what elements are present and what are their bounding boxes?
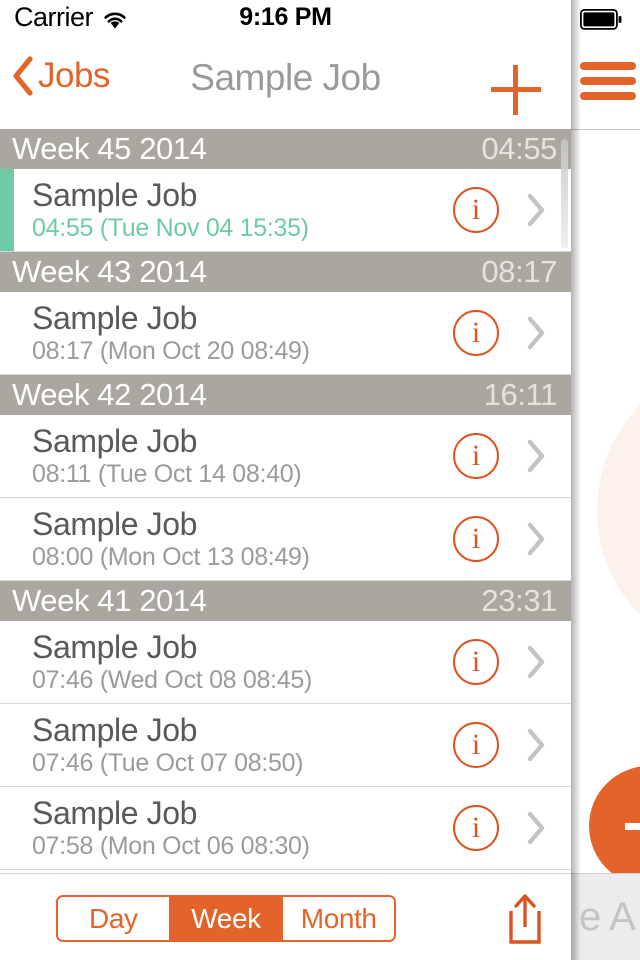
chevron-right-icon	[527, 522, 545, 556]
info-circle-icon[interactable]: i	[453, 187, 499, 233]
info-circle-icon[interactable]: i	[453, 310, 499, 356]
section-header: Week 41 2014 23:31	[0, 581, 571, 621]
time-entry-title: Sample Job	[32, 628, 197, 665]
section-title: Week 41 2014	[12, 583, 207, 618]
time-entry-row[interactable]: Sample Job 07:46 (Wed Oct 08 08:45) i	[0, 621, 571, 704]
segment-month[interactable]: Month	[283, 897, 394, 940]
floating-add-button[interactable]	[589, 766, 640, 886]
hamburger-bar	[580, 77, 636, 85]
app-screen: e A Carrier 9:16 PM Jobs Sample Job Week…	[0, 0, 640, 960]
section-header: Week 42 2014 16:11	[0, 375, 571, 415]
section-total: 04:55	[481, 131, 557, 166]
time-entry-text: Sample Job 07:58 (Mon Oct 06 08:30)	[32, 794, 453, 861]
background-panel-divider	[571, 129, 640, 130]
info-circle-icon[interactable]: i	[453, 805, 499, 851]
time-entry-text: Sample Job 07:46 (Wed Oct 08 08:45)	[32, 628, 453, 695]
decorative-circle	[597, 360, 640, 660]
info-circle-icon[interactable]: i	[453, 639, 499, 685]
segment-day[interactable]: Day	[58, 897, 171, 940]
time-entry-subtitle: 08:17 (Mon Oct 20 08:49)	[32, 337, 310, 366]
time-entry-list[interactable]: Week 45 2014 04:55 Sample Job 04:55 (Tue No…	[0, 129, 571, 873]
time-entry-row[interactable]: Sample Job 08:11 (Tue Oct 14 08:40) i	[0, 415, 571, 498]
active-accent-bar	[0, 415, 14, 497]
chevron-right-icon	[527, 811, 545, 845]
background-panel-footer: e A	[571, 873, 640, 960]
section-title: Week 42 2014	[12, 377, 207, 412]
time-entry-title: Sample Job	[32, 176, 197, 213]
time-entry-subtitle: 08:11 (Tue Oct 14 08:40)	[32, 460, 302, 489]
hamburger-bar	[580, 62, 636, 70]
info-circle-icon[interactable]: i	[453, 722, 499, 768]
time-entry-row[interactable]: Sample Job 07:46 (Tue Oct 07 08:50) i	[0, 704, 571, 787]
section-total: 16:11	[483, 377, 558, 412]
hamburger-menu-icon[interactable]	[580, 62, 636, 102]
time-entry-subtitle: 07:58 (Mon Oct 06 08:30)	[32, 832, 310, 861]
background-panel-footer-label: e A	[579, 895, 636, 939]
time-entry-row[interactable]: Sample Job 07:58 (Mon Oct 06 08:30) i	[0, 787, 571, 870]
navigation-bar: Jobs Sample Job	[0, 40, 571, 129]
chevron-right-icon	[527, 193, 545, 227]
chevron-right-icon	[527, 728, 545, 762]
time-entry-text: Sample Job 07:46 (Tue Oct 07 08:50)	[32, 711, 453, 778]
time-entry-text: Sample Job 08:17 (Mon Oct 20 08:49)	[32, 299, 453, 366]
time-entry-title: Sample Job	[32, 422, 197, 459]
hamburger-bar	[580, 92, 636, 100]
time-entry-subtitle: 07:46 (Wed Oct 08 08:45)	[32, 666, 313, 695]
active-accent-bar	[0, 621, 14, 703]
chevron-right-icon	[527, 316, 545, 350]
info-circle-icon[interactable]: i	[453, 433, 499, 479]
background-panel-status-bar	[571, 0, 640, 40]
time-entry-text: Sample Job 04:55 (Tue Nov 04 15:35)	[32, 176, 453, 243]
section-title: Week 43 2014	[12, 254, 207, 289]
time-entry-subtitle: 04:55 (Tue Nov 04 15:35)	[32, 214, 309, 243]
section-total: 08:17	[481, 254, 557, 289]
time-entry-title: Sample Job	[32, 711, 197, 748]
time-entry-subtitle: 07:46 (Tue Oct 07 08:50)	[32, 749, 304, 778]
time-entry-title: Sample Job	[32, 505, 197, 542]
plus-icon[interactable]	[491, 65, 541, 115]
active-accent-bar	[0, 787, 14, 869]
active-accent-bar	[0, 169, 14, 251]
background-panel: e A	[571, 0, 640, 960]
status-bar: Carrier 9:16 PM	[0, 0, 571, 40]
share-upload-icon	[509, 894, 541, 944]
page-title: Sample Job	[190, 57, 381, 98]
time-entry-row[interactable]: Sample Job 04:55 (Tue Nov 04 15:35) i	[0, 169, 571, 252]
time-entry-row[interactable]: Sample Job 08:00 (Mon Oct 13 08:49) i	[0, 498, 571, 581]
clock-label: 9:16 PM	[239, 3, 332, 31]
active-accent-bar	[0, 292, 14, 374]
active-accent-bar	[0, 704, 14, 786]
time-entry-subtitle: 08:00 (Mon Oct 13 08:49)	[32, 543, 310, 572]
time-entry-list-body: Week 45 2014 04:55 Sample Job 04:55 (Tue No…	[0, 129, 571, 870]
section-header: Week 43 2014 08:17	[0, 252, 571, 292]
period-segmented-control[interactable]: Day Week Month	[56, 895, 396, 942]
info-circle-icon[interactable]: i	[453, 516, 499, 562]
time-entry-text: Sample Job 08:11 (Tue Oct 14 08:40)	[32, 422, 453, 489]
chevron-right-icon	[527, 439, 545, 473]
battery-full-icon	[580, 9, 622, 30]
time-entry-row[interactable]: Sample Job 08:17 (Mon Oct 20 08:49) i	[0, 292, 571, 375]
segment-week[interactable]: Week	[170, 897, 284, 940]
share-button[interactable]	[500, 893, 550, 945]
time-entry-title: Sample Job	[32, 299, 197, 336]
time-entry-text: Sample Job 08:00 (Mon Oct 13 08:49)	[32, 505, 453, 572]
main-panel: Carrier 9:16 PM Jobs Sample Job Week 45 …	[0, 0, 571, 960]
section-total: 23:31	[481, 583, 557, 618]
section-title: Week 45 2014	[12, 131, 207, 166]
bottom-toolbar: Day Week Month	[0, 873, 571, 960]
time-entry-title: Sample Job	[32, 794, 197, 831]
chevron-right-icon	[527, 645, 545, 679]
active-accent-bar	[0, 498, 14, 580]
section-header: Week 45 2014 04:55	[0, 129, 571, 169]
scrollbar[interactable]	[561, 139, 568, 249]
